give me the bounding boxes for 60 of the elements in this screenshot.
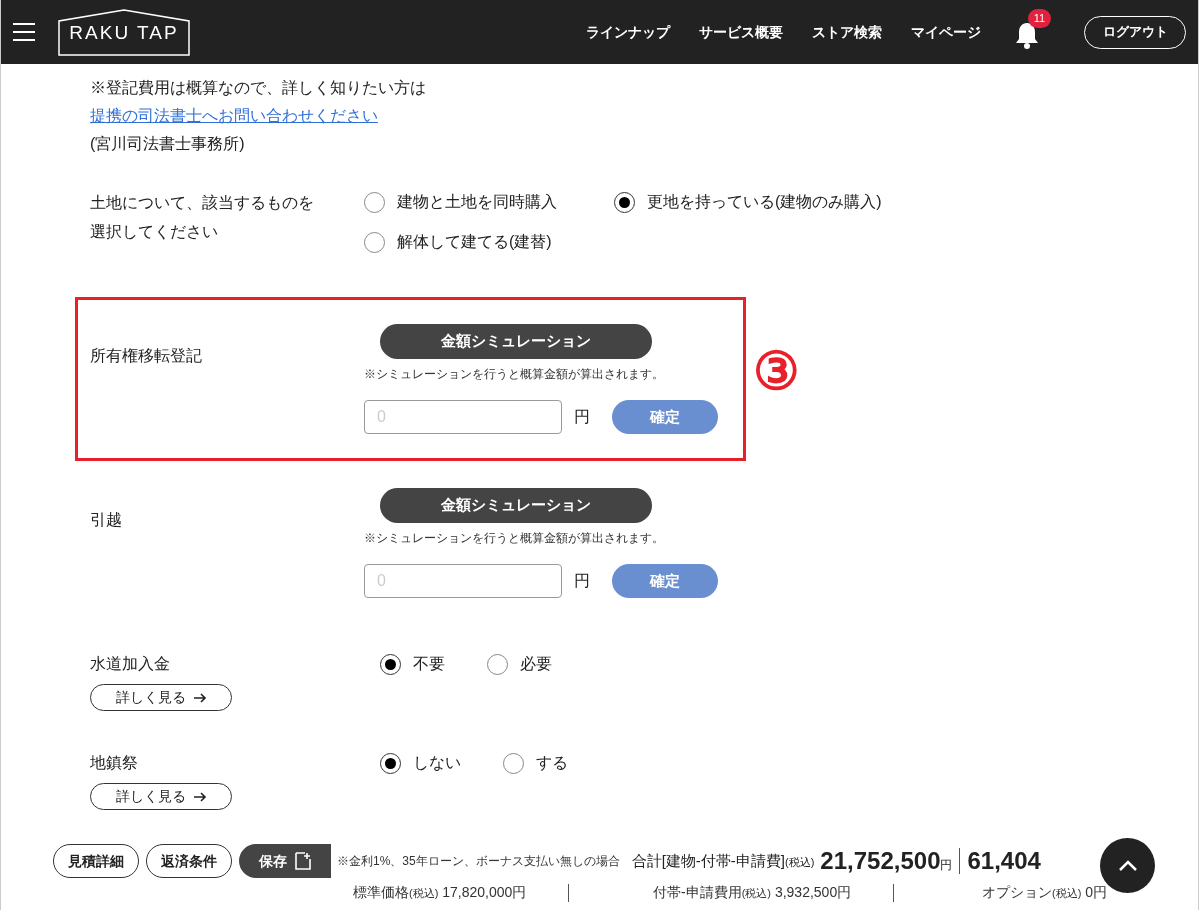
- nav-link[interactable]: サービス概要: [699, 21, 783, 43]
- nav-link[interactable]: ストア検索: [812, 21, 882, 43]
- price-breakdown: 標準価格(税込) 17,820,000円: [353, 883, 527, 902]
- notification-badge: 11: [1028, 9, 1051, 28]
- inquiry-link[interactable]: 提携の司法書士へお問い合わせください: [90, 107, 378, 124]
- radio-button[interactable]: [364, 191, 385, 213]
- simulation-note: ※シミュレーションを行うと概算金額が算出されます。: [364, 366, 665, 383]
- radio-option[interactable]: 必要: [487, 652, 552, 676]
- radio-option[interactable]: する: [503, 751, 568, 775]
- radio-label: する: [536, 753, 568, 773]
- chevron-up-icon: [1117, 859, 1138, 872]
- field-label: 引越: [90, 510, 123, 530]
- field-label: 地鎮祭: [90, 753, 138, 773]
- radio-label: しない: [413, 753, 461, 773]
- total-amount: 21,752,500円: [820, 846, 953, 876]
- radio-label: 更地を持っている(建物のみ購入): [647, 192, 882, 212]
- radio-option[interactable]: 更地を持っている(建物のみ購入): [614, 190, 975, 214]
- yen-unit: 円: [574, 571, 590, 591]
- total-label: 合計[建物-付帯-申請費](税込): [631, 850, 815, 871]
- radio-label: 解体して建てる(建替): [397, 232, 552, 252]
- loan-note: ※金利1%、35年ローン、ボーナス支払い無しの場合: [337, 853, 620, 870]
- details-button[interactable]: 詳しく見る: [90, 684, 232, 711]
- details-button[interactable]: 詳しく見る: [90, 783, 232, 810]
- right-arrow-icon: [193, 692, 207, 703]
- radio-option[interactable]: しない: [380, 751, 461, 775]
- radio-button[interactable]: [380, 653, 401, 675]
- yen-unit: 円: [574, 407, 590, 427]
- radio-label: 建物と土地を同時購入: [397, 192, 557, 212]
- footer-button[interactable]: 見積詳細: [53, 844, 139, 878]
- annotation-number: ③: [753, 345, 800, 397]
- office-name: (宮川司法書士事務所): [90, 134, 246, 154]
- footer-button[interactable]: 返済条件: [146, 844, 232, 878]
- simulation-note: ※シミュレーションを行うと概算金額が算出されます。: [364, 530, 665, 547]
- bell-icon[interactable]: [1014, 21, 1040, 49]
- radio-option[interactable]: 不要: [380, 652, 445, 676]
- add-document-icon: [295, 852, 311, 870]
- save-button[interactable]: 保存: [239, 844, 331, 878]
- field-label: 所有権移転登記: [90, 346, 203, 366]
- menu-icon[interactable]: [13, 23, 35, 41]
- radio-option[interactable]: 建物と土地を同時購入: [364, 190, 614, 214]
- radio-button[interactable]: [503, 752, 524, 774]
- price-breakdown: オプション(税込) 0円: [982, 883, 1107, 902]
- simulation-button[interactable]: 金額シミュレーション: [380, 488, 652, 523]
- radio-button[interactable]: [364, 231, 385, 253]
- simulation-button[interactable]: 金額シミュレーション: [380, 324, 652, 359]
- right-arrow-icon: [193, 791, 207, 802]
- radio-button[interactable]: [380, 752, 401, 774]
- nav-link[interactable]: ラインナップ: [586, 21, 670, 43]
- radio-label: 必要: [520, 654, 552, 674]
- notice-text: ※登記費用は概算なので、詳しく知りたい方は: [90, 78, 427, 98]
- field-label: 水道加入金: [90, 654, 170, 674]
- logo[interactable]: RAKU TAP: [58, 8, 190, 56]
- nav-link[interactable]: マイページ: [911, 21, 981, 43]
- radio-option[interactable]: 解体して建てる(建替): [364, 230, 614, 254]
- radio-button[interactable]: [614, 191, 635, 213]
- field-label: 土地について、該当するものを選択してください: [90, 193, 315, 242]
- radio-label: 不要: [413, 654, 445, 674]
- monthly-amount: 61,404: [967, 846, 1041, 876]
- radio-button[interactable]: [487, 653, 508, 675]
- price-breakdown: 付帯-申請費用(税込) 3,932,500円: [653, 883, 852, 902]
